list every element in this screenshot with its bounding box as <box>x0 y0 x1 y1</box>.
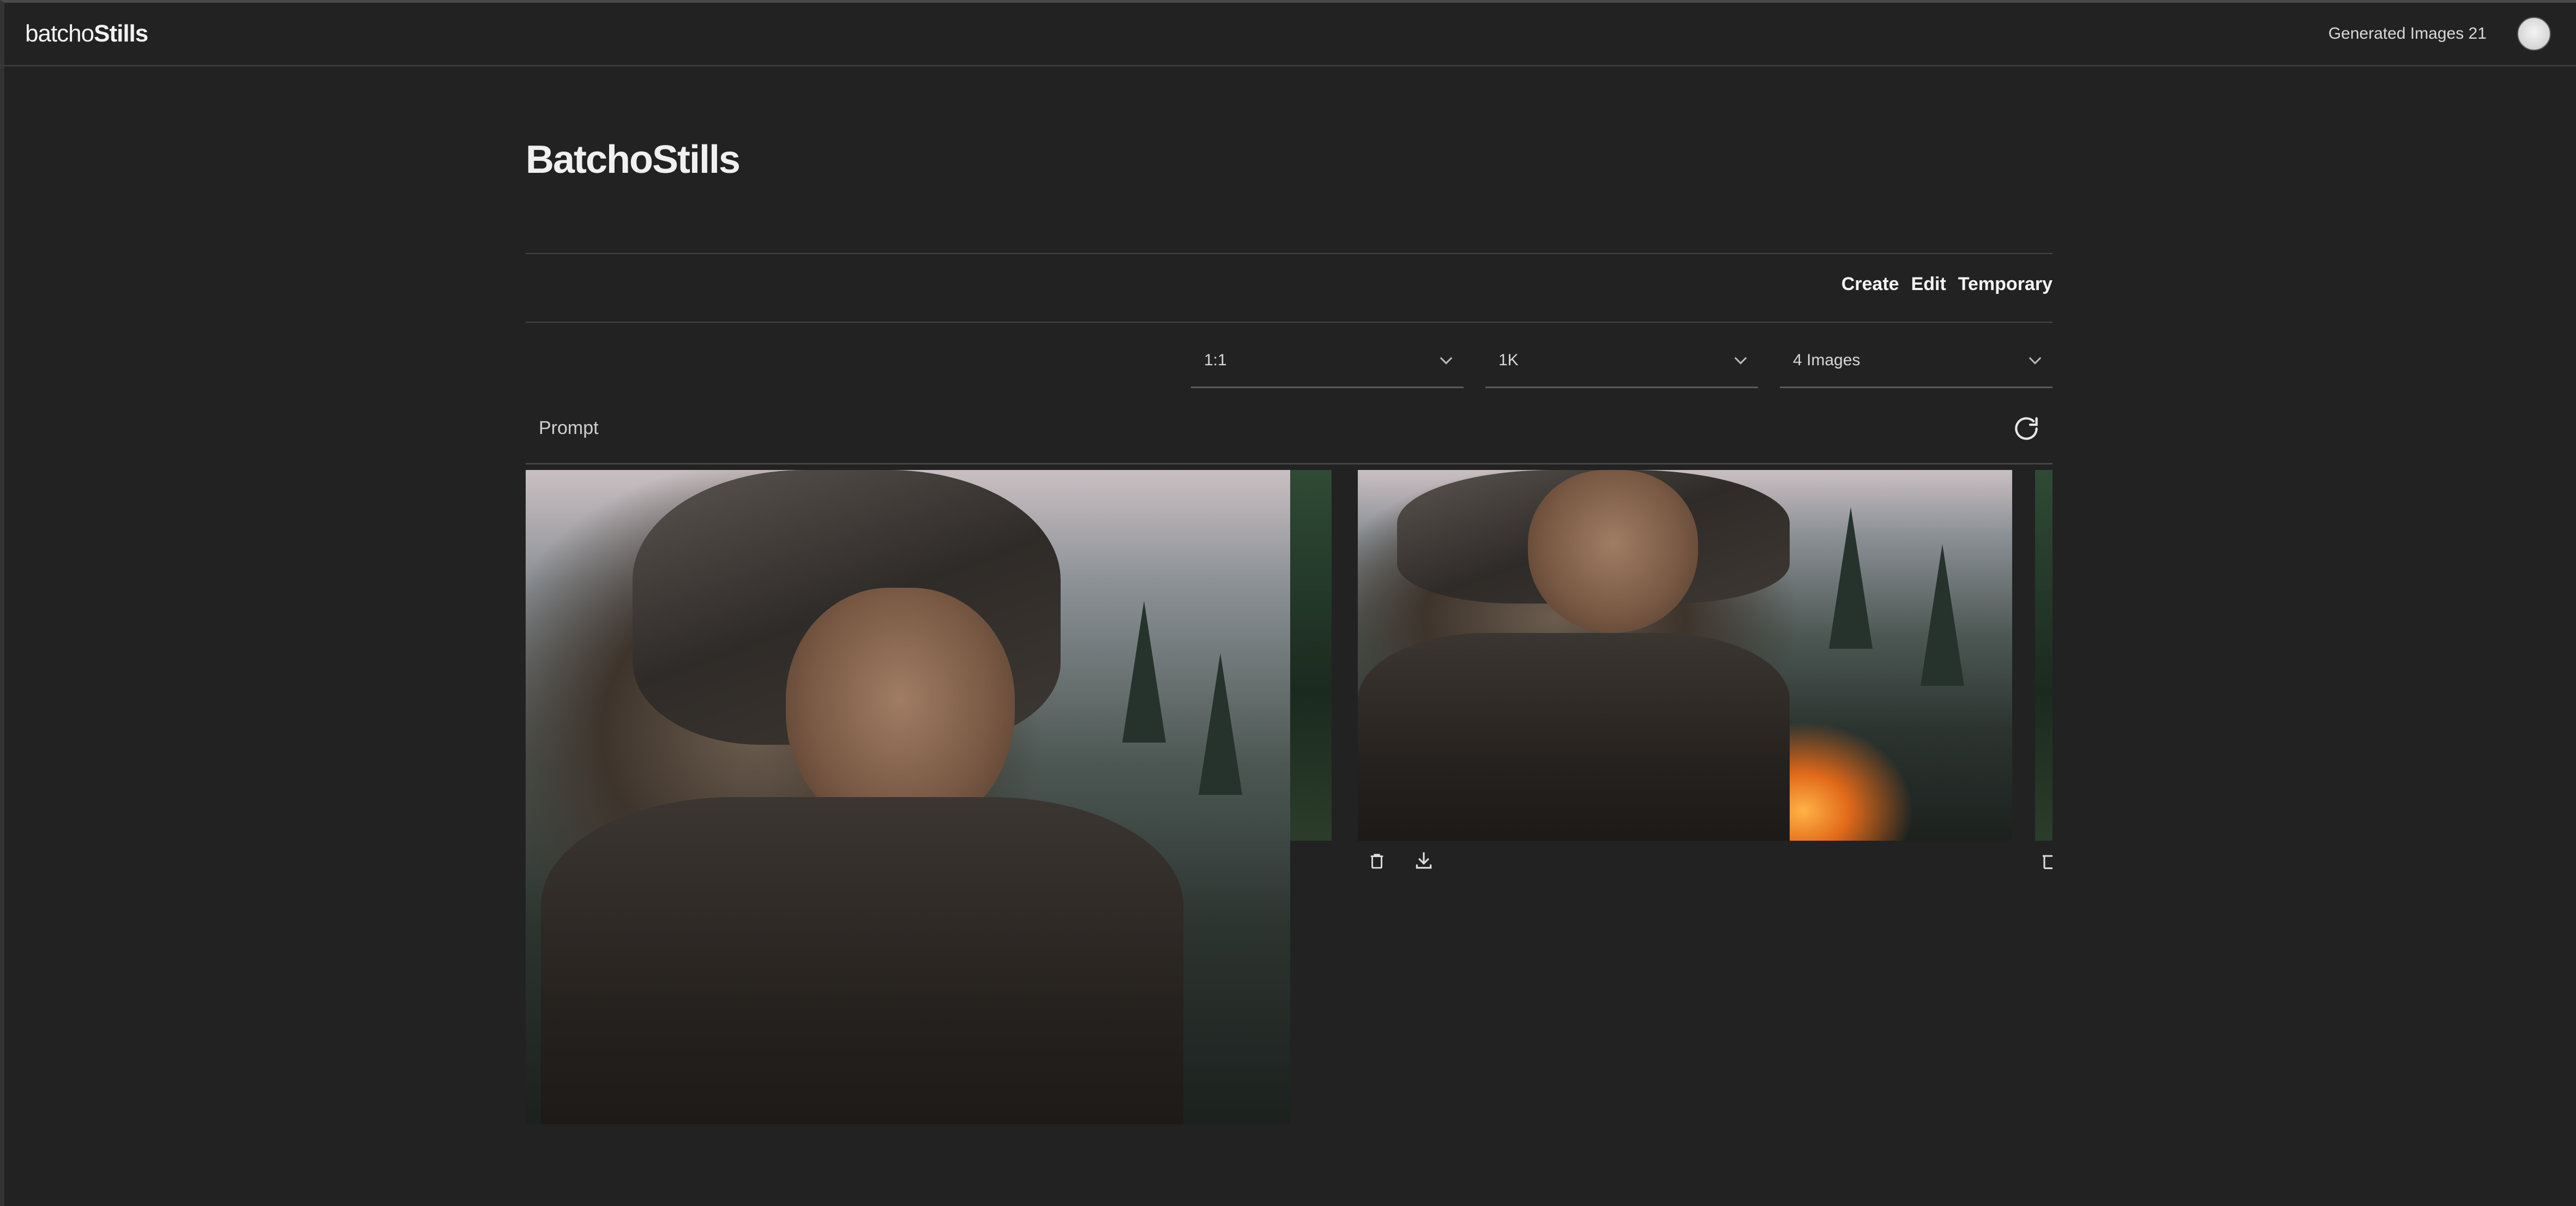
generated-image-partial[interactable] <box>1290 470 1332 841</box>
generated-image-partial[interactable] <box>2035 470 2053 841</box>
chevron-down-icon <box>2029 352 2042 364</box>
avatar[interactable] <box>2517 17 2551 51</box>
image-actions <box>1368 851 1434 874</box>
generated-image[interactable] <box>526 470 1290 1124</box>
samurai-image <box>1358 470 2012 841</box>
image-count-select[interactable]: 4 Images <box>1780 334 2053 388</box>
image-count-value: 4 Images <box>1793 351 1861 369</box>
image-actions <box>2043 851 2053 874</box>
page-title: BatchoStills <box>526 138 741 182</box>
chevron-down-icon <box>1440 352 1453 364</box>
generated-images-link[interactable]: Generated Images 21 <box>2328 25 2487 43</box>
trash-icon[interactable] <box>1368 851 1386 874</box>
resolution-value: 1K <box>1498 351 1519 369</box>
tab-temporary[interactable]: Temporary <box>1958 274 2053 295</box>
divider <box>526 253 2053 254</box>
top-bar: batchoStills Generated Images 21 <box>0 3 2576 67</box>
tab-edit[interactable]: Edit <box>1911 274 1946 295</box>
aspect-ratio-select[interactable]: 1:1 <box>1191 334 1464 388</box>
generated-image[interactable] <box>1358 470 2012 841</box>
chevron-down-icon <box>1734 352 1747 364</box>
prompt-row <box>526 394 2053 465</box>
trash-icon[interactable] <box>2043 851 2053 874</box>
image-gallery <box>526 470 2053 1157</box>
resolution-select[interactable]: 1K <box>1485 334 1758 388</box>
brand-bold: Stills <box>94 20 148 47</box>
download-icon[interactable] <box>1413 851 1434 874</box>
refresh-icon[interactable] <box>2011 413 2042 444</box>
tab-create[interactable]: Create <box>1841 274 1899 295</box>
options-row: 1:1 1K 4 Images <box>526 334 2053 388</box>
mode-tabs: Create Edit Temporary <box>1841 274 2053 295</box>
samurai-image <box>526 470 1290 1124</box>
aspect-ratio-value: 1:1 <box>1204 351 1227 369</box>
prompt-input[interactable] <box>539 418 1902 439</box>
divider <box>526 322 2053 323</box>
brand-logo[interactable]: batchoStills <box>25 20 148 47</box>
brand-light: batcho <box>25 20 94 47</box>
top-right: Generated Images 21 <box>2328 17 2551 51</box>
